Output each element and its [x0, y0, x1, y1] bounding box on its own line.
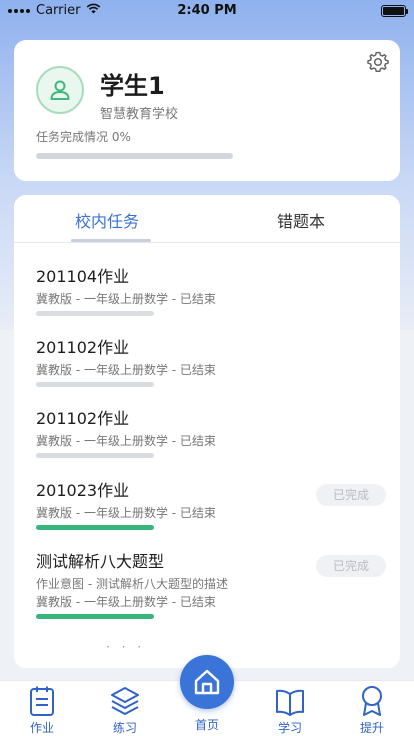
task-progress-bar — [36, 614, 154, 619]
task-item[interactable]: 201023作业 冀教版 - 一年级上册数学 - 已结束 已完成 — [36, 481, 386, 530]
task-progress-fill — [36, 614, 154, 619]
task-progress-bar — [36, 382, 154, 387]
task-meta: 冀教版 - 一年级上册数学 - 已结束 — [36, 595, 216, 609]
completed-badge: 已完成 — [316, 484, 386, 506]
task-title: 201102作业 — [36, 338, 130, 357]
task-progress-label: 任务完成情况 0% — [36, 130, 131, 144]
task-progress-bar — [36, 525, 154, 530]
task-title: 201104作业 — [36, 267, 130, 286]
user-name: 学生1 — [100, 72, 165, 100]
nav-practice-label: 练习 — [112, 721, 137, 735]
tab-indicator — [71, 239, 151, 242]
school-name: 智慧教育学校 — [100, 107, 179, 122]
tab-school-tasks[interactable]: 校内任务 — [75, 208, 139, 232]
gear-icon — [367, 51, 389, 73]
nav-home-button[interactable] — [180, 655, 234, 709]
home-icon — [194, 669, 220, 695]
avatar[interactable] — [36, 66, 84, 114]
clipboard-icon — [12, 683, 72, 717]
task-meta: 冀教版 - 一年级上册数学 - 已结束 — [36, 434, 216, 448]
medal-icon — [342, 683, 402, 717]
task-tabs: 校内任务 错题本 — [14, 195, 400, 243]
task-item[interactable]: 201104作业 冀教版 - 一年级上册数学 - 已结束 — [36, 267, 386, 316]
task-progress-bar — [36, 311, 154, 316]
nav-practice[interactable]: 练习 — [95, 683, 155, 736]
task-item[interactable]: 201102作业 冀教版 - 一年级上册数学 - 已结束 — [36, 338, 386, 387]
task-progress-bar — [36, 153, 233, 159]
nav-homework-label: 作业 — [29, 721, 54, 735]
nav-improve-label: 提升 — [359, 721, 384, 735]
task-intent: 作业意图 - 测试解析八大题型的描述 — [36, 577, 228, 591]
task-meta: 冀教版 - 一年级上册数学 - 已结束 — [36, 506, 216, 520]
profile-card: 学生1 智慧教育学校 任务完成情况 0% — [14, 40, 400, 181]
nav-study[interactable]: 学习 — [260, 683, 320, 736]
task-meta: 冀教版 - 一年级上册数学 - 已结束 — [36, 363, 216, 377]
book-icon — [260, 683, 320, 717]
task-progress-bar — [36, 453, 154, 458]
task-item[interactable]: 测试解析八大题型 作业意图 - 测试解析八大题型的描述 冀教版 - 一年级上册数… — [36, 552, 386, 619]
completed-badge: 已完成 — [316, 555, 386, 577]
task-meta: 冀教版 - 一年级上册数学 - 已结束 — [36, 292, 216, 306]
loading-indicator: · · · — [106, 640, 146, 654]
nav-study-label: 学习 — [277, 721, 302, 735]
tab-mistake-book[interactable]: 错题本 — [277, 208, 325, 232]
task-progress-fill — [36, 525, 154, 530]
task-card: 校内任务 错题本 201104作业 冀教版 - 一年级上册数学 - 已结束 20… — [14, 195, 400, 668]
settings-button[interactable] — [364, 48, 392, 76]
status-bar: Carrier 2:40 PM — [0, 0, 414, 22]
status-time: 2:40 PM — [177, 3, 237, 18]
battery-icon — [381, 5, 408, 17]
user-icon — [50, 80, 70, 100]
nav-home-label: 首页 — [194, 718, 219, 732]
nav-improve[interactable]: 提升 — [342, 683, 402, 736]
task-title: 201102作业 — [36, 409, 130, 428]
nav-homework[interactable]: 作业 — [12, 683, 72, 736]
layers-icon — [95, 683, 155, 717]
task-item[interactable]: 201102作业 冀教版 - 一年级上册数学 - 已结束 — [36, 409, 386, 458]
